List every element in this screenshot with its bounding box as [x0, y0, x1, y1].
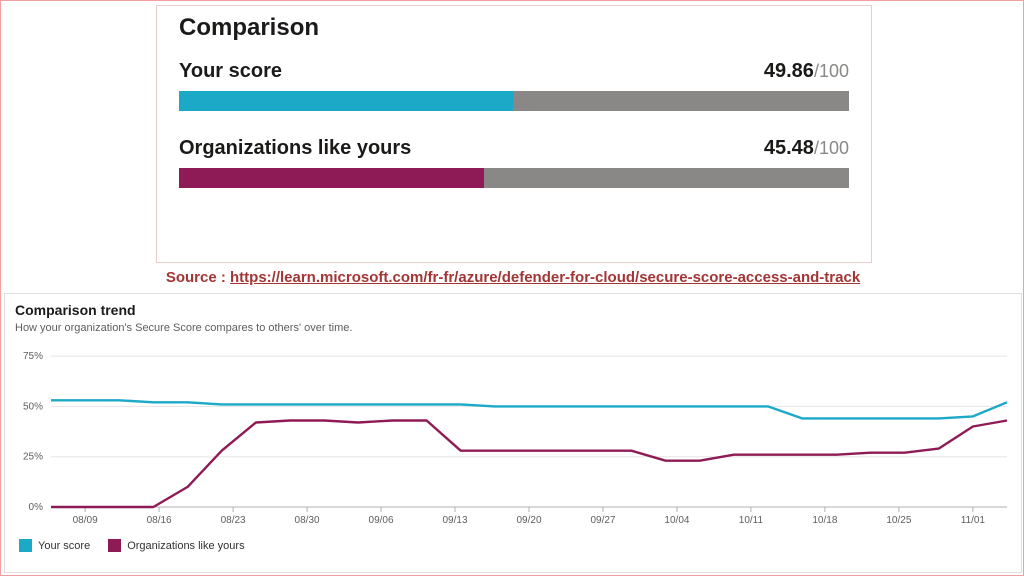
trend-legend: Your score Organizations like yours	[15, 539, 1011, 552]
svg-text:08/23: 08/23	[221, 515, 246, 526]
svg-text:25%: 25%	[23, 452, 43, 463]
svg-text:09/27: 09/27	[590, 515, 615, 526]
comparison-card: Comparison Your score 49.86/100 Organiza…	[156, 5, 872, 263]
source-line: Source : https://learn.microsoft.com/fr-…	[1, 269, 1024, 286]
comparison-row-your-score: Your score 49.86/100	[179, 60, 849, 111]
svg-text:10/18: 10/18	[812, 515, 837, 526]
svg-text:0%: 0%	[29, 502, 44, 513]
svg-text:08/16: 08/16	[147, 515, 172, 526]
row-label: Organizations like yours	[179, 137, 411, 160]
trend-card: Comparison trend How your organization's…	[4, 293, 1022, 573]
score-value: 49.86	[764, 60, 814, 82]
legend-label: Organizations like yours	[127, 540, 244, 552]
trend-subtitle: How your organization's Secure Score com…	[15, 322, 1011, 334]
legend-label: Your score	[38, 540, 90, 552]
svg-text:75%: 75%	[23, 351, 43, 362]
svg-text:09/20: 09/20	[516, 515, 541, 526]
trend-title: Comparison trend	[15, 302, 1011, 318]
bar-track	[179, 91, 849, 111]
svg-text:09/06: 09/06	[369, 515, 394, 526]
svg-text:08/30: 08/30	[295, 515, 320, 526]
bar-fill-your-score	[179, 91, 513, 111]
score-max: 100	[819, 138, 849, 158]
legend-swatch	[19, 539, 32, 552]
legend-swatch	[108, 539, 121, 552]
score-max: 100	[819, 61, 849, 81]
page-border: Comparison Your score 49.86/100 Organiza…	[0, 0, 1024, 576]
svg-text:08/09: 08/09	[73, 515, 98, 526]
bar-fill-org	[179, 168, 484, 188]
svg-text:09/13: 09/13	[443, 515, 468, 526]
row-head: Your score 49.86/100	[179, 60, 849, 83]
trend-chart: 0% 25% 50% 75% 08/09 08/16 08/23 08/30 09/06 09/1…	[15, 340, 1013, 535]
svg-text:10/11: 10/11	[739, 515, 764, 526]
comparison-row-org: Organizations like yours 45.48/100	[179, 137, 849, 188]
source-link[interactable]: https://learn.microsoft.com/fr-fr/azure/…	[230, 269, 860, 286]
svg-text:10/04: 10/04	[664, 515, 689, 526]
svg-text:10/25: 10/25	[886, 515, 911, 526]
trend-chart-svg: 0% 25% 50% 75% 08/09 08/16 08/23 08/30 09/06 09/1…	[15, 340, 1013, 535]
svg-text:50%: 50%	[23, 401, 43, 412]
svg-text:11/01: 11/01	[961, 515, 986, 526]
row-head: Organizations like yours 45.48/100	[179, 137, 849, 160]
row-label: Your score	[179, 60, 282, 83]
comparison-title: Comparison	[179, 14, 849, 42]
row-score: 49.86/100	[764, 60, 849, 83]
score-value: 45.48	[764, 137, 814, 159]
legend-item-org: Organizations like yours	[108, 539, 244, 552]
source-prefix: Source :	[166, 269, 230, 286]
bar-track	[179, 168, 849, 188]
legend-item-your-score: Your score	[19, 539, 90, 552]
row-score: 45.48/100	[764, 137, 849, 160]
